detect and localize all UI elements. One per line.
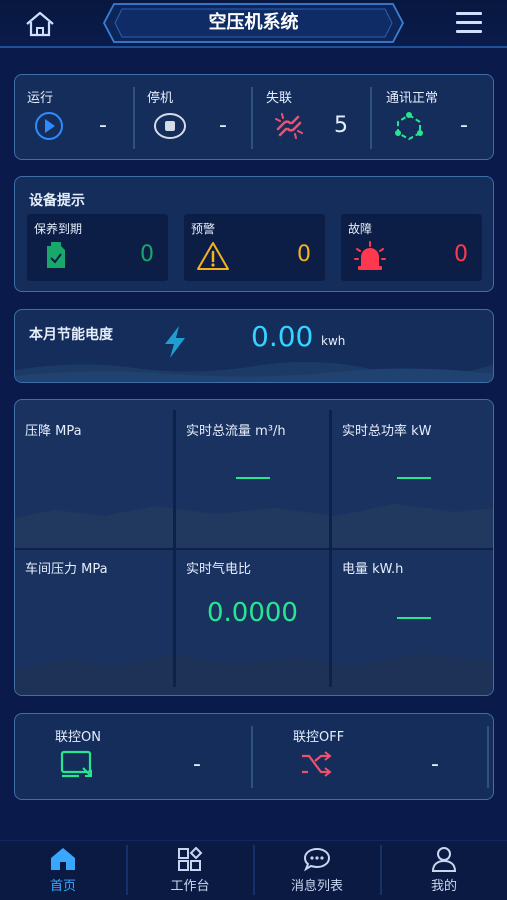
status-value: 5 (334, 113, 348, 138)
metric-workshop-pressure[interactable]: 车间压力 MPa (15, 550, 173, 695)
hint-label: 保养到期 (34, 222, 83, 236)
metric-label: 压降 MPa (25, 424, 82, 439)
section-title: 设备提示 (29, 193, 85, 209)
broken-link-icon (275, 113, 303, 139)
metric-label: 实时总流量 m³/h (186, 424, 286, 439)
metric-electricity[interactable]: 电量 kW.h (332, 550, 493, 695)
status-disconnected[interactable]: 失联 5 (266, 75, 376, 161)
divider (370, 87, 372, 149)
grid-divider (15, 548, 493, 550)
nav-workbench[interactable]: 工作台 (127, 841, 253, 900)
nav-label: 消息列表 (290, 879, 343, 894)
app-header: 空压机系统 (0, 0, 507, 48)
divider (133, 87, 135, 149)
play-icon (35, 112, 63, 140)
linkage-on-label: 联控ON (55, 730, 101, 745)
metric-total-power[interactable]: 实时总功率 kW (332, 400, 493, 548)
nav-messages[interactable]: 消息列表 (254, 841, 380, 900)
linkage-on-value: - (193, 752, 201, 777)
shuffle-icon[interactable] (299, 748, 335, 780)
monitor-icon[interactable] (59, 748, 95, 780)
linkage-control-panel: 联控ON - 联控OFF - (14, 713, 494, 800)
header-divider (0, 46, 507, 48)
status-comm-normal[interactable]: 通讯正常 - (386, 75, 486, 161)
network-icon (395, 112, 423, 141)
bottom-navigation: 首页 工作台 消息列表 我的 (0, 840, 507, 900)
hint-maintenance-card[interactable]: 保养到期 0 (27, 214, 168, 281)
metric-label: 实时气电比 (186, 562, 252, 577)
divider (487, 726, 489, 788)
linkage-off-value: - (431, 752, 439, 777)
metric-empty-dash (396, 477, 431, 479)
status-label: 失联 (266, 91, 293, 106)
metrics-panel: 压降 MPa 实时总流量 m³/h 实时总功率 kW 车间压力 MPa 实时气电… (14, 399, 494, 696)
nav-profile[interactable]: 我的 (381, 841, 507, 900)
hint-value: 0 (454, 242, 468, 267)
metric-empty-dash (396, 617, 431, 619)
alarm-siren-icon (354, 241, 386, 270)
metric-empty-dash (235, 477, 270, 479)
energy-value: 0.00 (251, 320, 314, 353)
status-running[interactable]: 运行 - (27, 75, 137, 161)
metric-total-flow[interactable]: 实时总流量 m³/h (176, 400, 329, 548)
status-label: 停机 (147, 91, 174, 106)
divider (251, 87, 253, 149)
hint-value: 0 (297, 242, 311, 267)
nav-label: 首页 (49, 879, 76, 894)
energy-saving-panel: 本月节能电度 0.00 kwh (14, 309, 494, 383)
hint-label: 预警 (191, 222, 216, 236)
metric-label: 实时总功率 kW (342, 424, 432, 439)
nav-label: 我的 (430, 879, 457, 894)
nav-home[interactable]: 首页 (0, 841, 126, 900)
energy-unit: kwh (321, 334, 346, 348)
hint-value: 0 (140, 242, 154, 267)
device-hints-panel: 设备提示 保养到期 0 预警 0 故障 0 (14, 176, 494, 292)
user-icon (431, 847, 457, 872)
divider (251, 726, 253, 788)
hint-fault-card[interactable]: 故障 0 (341, 214, 482, 281)
status-label: 通讯正常 (386, 91, 439, 106)
wave-decoration (15, 361, 493, 382)
status-value: - (99, 113, 107, 138)
energy-label: 本月节能电度 (29, 327, 113, 343)
stop-icon (154, 113, 186, 139)
status-label: 运行 (27, 91, 54, 106)
metric-gas-power-ratio[interactable]: 实时气电比 0.0000 (176, 550, 329, 695)
hint-warning-card[interactable]: 预警 0 (184, 214, 325, 281)
page-title: 空压机系统 (208, 12, 299, 33)
chat-icon (303, 847, 331, 872)
home-icon[interactable] (24, 10, 56, 38)
metric-label: 车间压力 MPa (25, 562, 108, 577)
nav-label: 工作台 (170, 879, 210, 894)
hint-label: 故障 (348, 222, 373, 236)
status-value: - (460, 113, 468, 138)
status-stopped[interactable]: 停机 - (147, 75, 257, 161)
metric-value: 0.0000 (207, 598, 298, 628)
status-value: - (219, 113, 227, 138)
grid-icon (178, 846, 203, 871)
linkage-off-label: 联控OFF (293, 730, 345, 745)
metric-pressure-drop[interactable]: 压降 MPa (15, 400, 173, 548)
hamburger-menu-icon[interactable] (456, 12, 482, 34)
home-icon (51, 848, 75, 870)
warning-icon (197, 242, 229, 270)
metric-label: 电量 kW.h (342, 562, 404, 577)
maintenance-icon (47, 242, 65, 268)
status-panel: 运行 - 停机 - 失联 5 通讯正常 - (14, 74, 494, 160)
